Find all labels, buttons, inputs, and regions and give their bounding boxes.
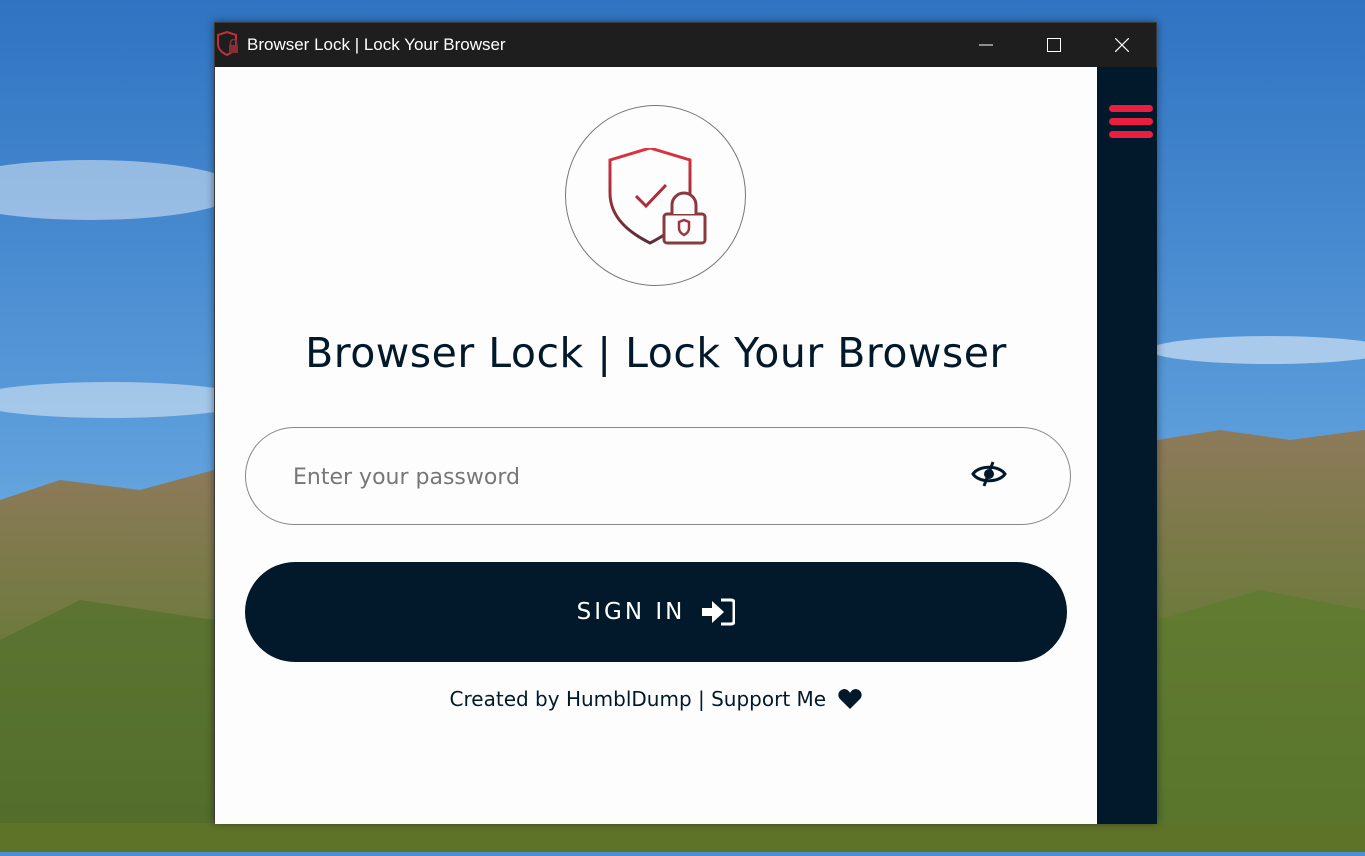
login-panel: Browser Lock | Lock Your Browser SIGN IN… — [215, 67, 1097, 824]
window-title: Browser Lock | Lock Your Browser — [247, 35, 506, 54]
password-field-container — [245, 427, 1071, 525]
hamburger-menu-icon — [1109, 105, 1153, 112]
footer-credits: Created by HumblDump | Support Me — [215, 687, 1097, 711]
footer-separator: | — [691, 687, 712, 711]
support-link[interactable]: Support Me — [711, 687, 826, 711]
maximize-icon — [1047, 38, 1061, 52]
minimize-icon — [979, 44, 993, 46]
shield-lock-icon — [608, 148, 707, 245]
sign-in-icon — [702, 598, 736, 626]
hamburger-menu-icon — [1109, 131, 1153, 138]
maximize-button[interactable] — [1020, 23, 1088, 67]
toggle-password-button[interactable] — [971, 459, 1011, 493]
app-logo — [565, 105, 746, 286]
heart-icon — [838, 689, 863, 709]
title-bar[interactable]: Browser Lock | Lock Your Browser — [215, 23, 1156, 67]
side-menu-bar — [1097, 67, 1157, 824]
sign-in-button[interactable]: SIGN IN — [245, 562, 1067, 662]
app-window: Browser Lock | Lock Your Browser Browser… — [214, 22, 1157, 824]
shield-lock-icon — [216, 30, 240, 57]
sign-in-label: SIGN IN — [576, 599, 686, 625]
minimize-button[interactable] — [952, 23, 1020, 67]
close-icon — [1115, 38, 1129, 52]
hamburger-menu-icon — [1109, 118, 1153, 125]
eye-slash-icon — [971, 461, 1007, 487]
app-heading: Browser Lock | Lock Your Browser — [305, 329, 1007, 377]
author-link[interactable]: HumblDump — [566, 687, 692, 711]
menu-button[interactable] — [1109, 105, 1153, 145]
close-button[interactable] — [1088, 23, 1156, 67]
footer-prefix: Created by — [449, 687, 566, 711]
password-input[interactable] — [291, 448, 935, 506]
